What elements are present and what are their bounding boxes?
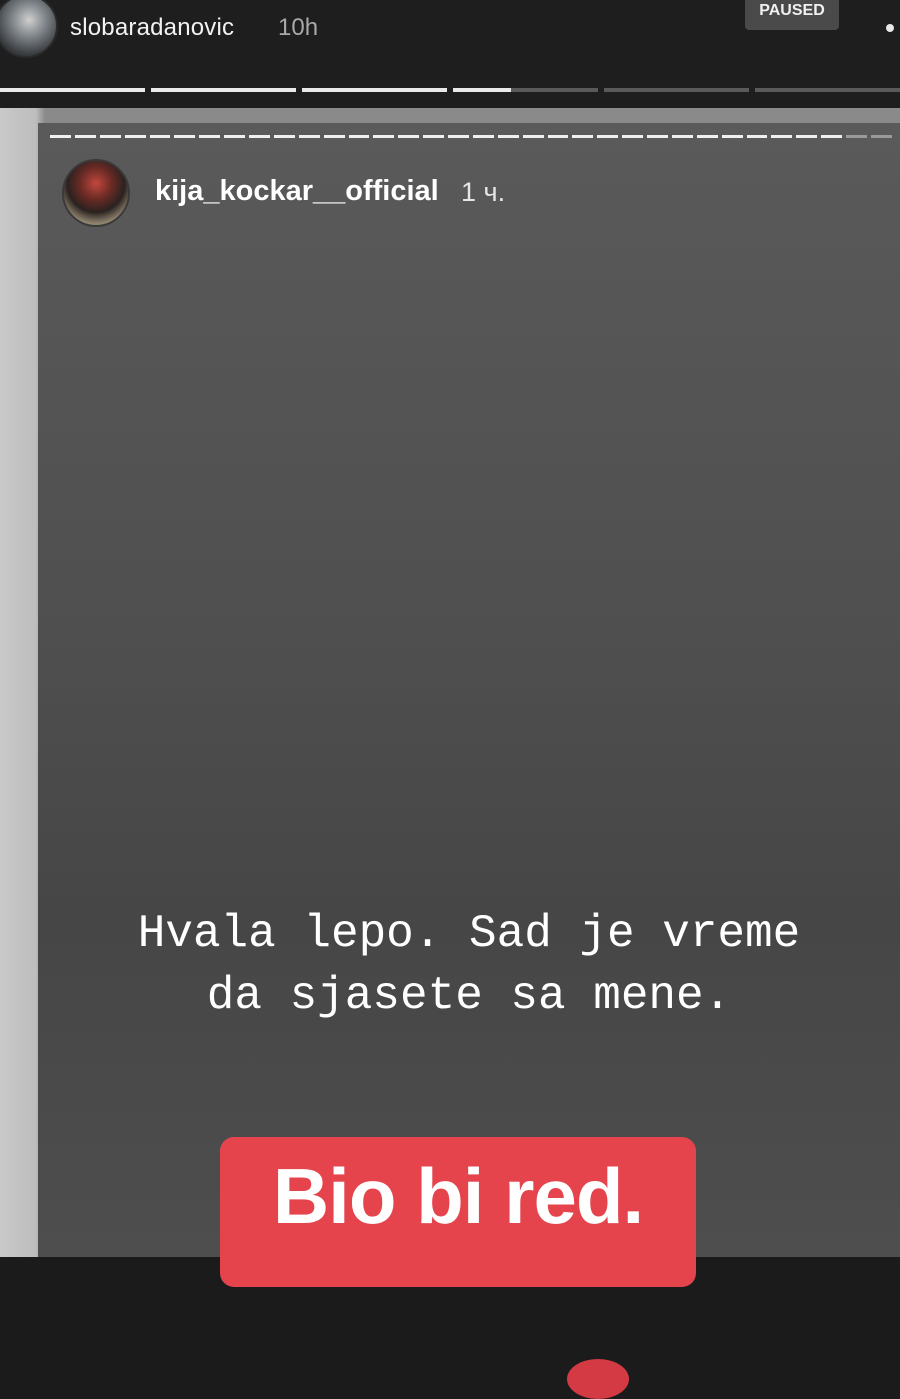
inner-username[interactable]: kija_kockar__official	[155, 175, 439, 208]
outer-timestamp: 10h	[278, 14, 319, 41]
inner-progress-bar	[50, 135, 892, 139]
progress-tick	[124, 135, 146, 138]
progress-tick	[846, 135, 867, 138]
progress-segment	[0, 88, 145, 92]
highlight-label-text: Bio bi red.	[272, 1152, 644, 1240]
outer-username[interactable]: slobaradanovic	[70, 14, 234, 42]
progress-tick	[50, 135, 71, 138]
progress-tick	[249, 135, 270, 138]
reaction-sticker[interactable]	[567, 1359, 629, 1399]
progress-tick	[149, 135, 171, 138]
progress-segment	[151, 88, 296, 92]
progress-tick	[622, 135, 643, 138]
progress-tick	[448, 135, 469, 138]
progress-tick	[273, 135, 295, 138]
progress-tick	[323, 135, 345, 138]
progress-tick	[423, 135, 444, 138]
progress-tick	[522, 135, 544, 138]
progress-tick	[796, 135, 818, 138]
paused-badge: PAUSED	[745, 0, 839, 30]
inner-timestamp: 1 ч.	[461, 177, 506, 207]
progress-tick	[746, 135, 768, 138]
progress-tick	[671, 135, 693, 138]
progress-tick	[298, 135, 320, 138]
more-dots-icon[interactable]	[886, 24, 894, 32]
story-message: Hvala lepo. Sad je vreme da sjasete sa m…	[137, 908, 801, 1022]
progress-tick	[597, 135, 619, 138]
progress-tick	[472, 135, 494, 138]
progress-tick	[398, 135, 420, 138]
progress-tick	[696, 135, 718, 138]
progress-tick	[572, 135, 594, 138]
progress-tick	[721, 135, 743, 138]
progress-tick	[174, 135, 196, 138]
progress-tick	[547, 135, 569, 138]
progress-tick	[348, 135, 370, 138]
progress-tick	[373, 135, 395, 138]
outer-progress-bar	[0, 88, 900, 94]
progress-tick	[870, 135, 892, 138]
progress-tick	[497, 135, 519, 138]
outer-story-header: slobaradanovic 10h PAUSED	[0, 0, 900, 108]
progress-segment	[755, 88, 900, 92]
progress-tick	[647, 135, 668, 138]
highlight-label: Bio bi red.	[220, 1137, 696, 1287]
progress-tick	[99, 135, 121, 138]
progress-segment	[453, 88, 598, 92]
progress-tick	[821, 135, 842, 138]
progress-tick	[224, 135, 245, 138]
progress-tick	[771, 135, 793, 138]
avatar[interactable]	[0, 0, 58, 58]
progress-tick	[199, 135, 221, 138]
progress-tick	[74, 135, 96, 138]
progress-segment	[302, 88, 447, 92]
reshared-story-card[interactable]: kija_kockar__official 1 ч. Hvala lepo. S…	[38, 123, 900, 1399]
avatar[interactable]	[62, 159, 130, 227]
progress-segment	[604, 88, 749, 92]
